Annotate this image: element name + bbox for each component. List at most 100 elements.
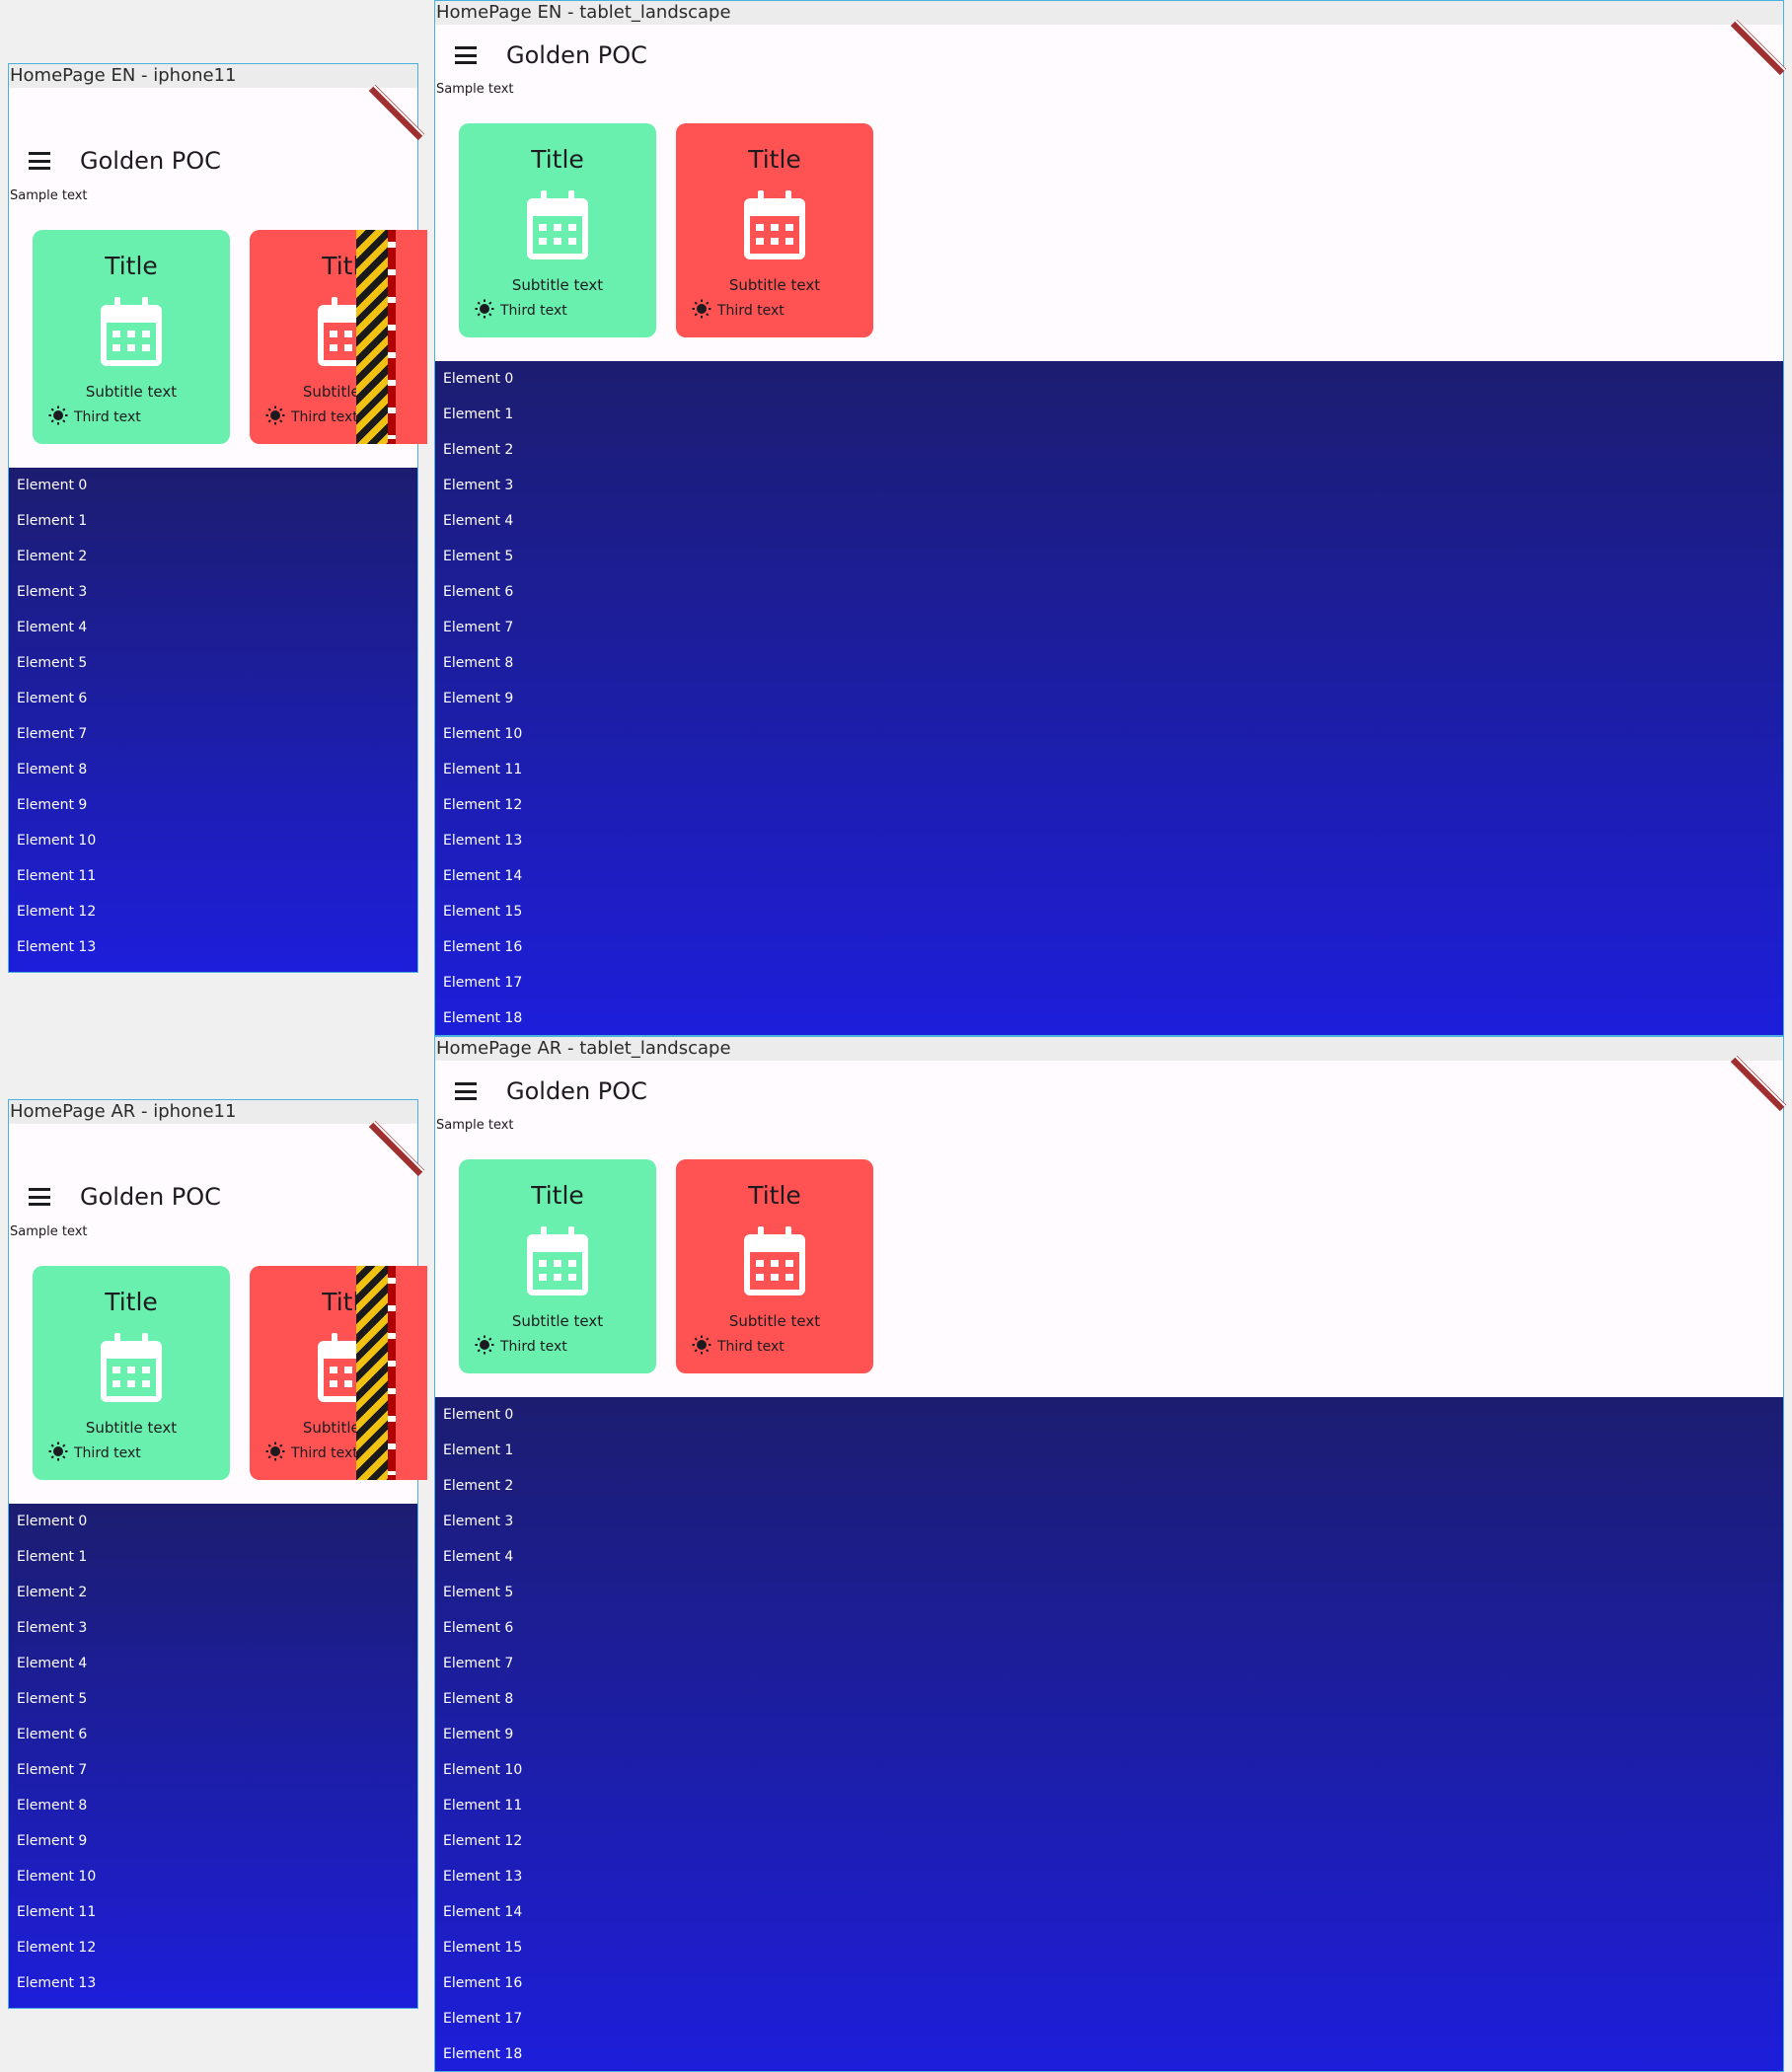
- card-third-text: Third text: [717, 303, 784, 319]
- list-item[interactable]: Element 0: [435, 361, 1783, 397]
- list-item[interactable]: Element 3: [435, 468, 1783, 503]
- list-item[interactable]: Element 18: [435, 1000, 1783, 1035]
- list-item[interactable]: Element 1: [435, 1433, 1783, 1468]
- element-list[interactable]: Element 0 Element 1 Element 2 Element 3 Elem…: [9, 468, 417, 972]
- list-item[interactable]: Element 0: [9, 468, 417, 503]
- app-title: Golden POC: [80, 147, 221, 175]
- list-item[interactable]: Element 0: [9, 1504, 417, 1539]
- list-item[interactable]: Element 6: [435, 574, 1783, 610]
- list-item[interactable]: Element 14: [435, 858, 1783, 894]
- frame-label: HomePage EN - tablet_landscape: [435, 1, 1783, 25]
- card-title: Title: [748, 145, 801, 174]
- list-item[interactable]: Element 6: [435, 1610, 1783, 1646]
- debug-banner-icon: [1730, 1055, 1787, 1112]
- menu-button[interactable]: [455, 1082, 477, 1100]
- list-item[interactable]: Element 9: [9, 787, 417, 823]
- list-item[interactable]: Element 18: [435, 2036, 1783, 2071]
- list-item[interactable]: Element 10: [435, 1752, 1783, 1788]
- debug-banner-icon: [1730, 19, 1787, 76]
- list-item[interactable]: Element 12: [435, 1823, 1783, 1859]
- list-item[interactable]: Element 11: [9, 858, 417, 894]
- menu-button[interactable]: [29, 152, 50, 170]
- list-item[interactable]: Element 17: [435, 2001, 1783, 2036]
- card-red[interactable]: Title Subtitle text Third text: [676, 123, 873, 337]
- list-item[interactable]: Element 1: [9, 503, 417, 539]
- list-item[interactable]: Element 5: [9, 645, 417, 681]
- card-green[interactable]: Title Subtitle text Third text: [33, 1266, 230, 1480]
- list-item[interactable]: Element 7: [435, 610, 1783, 645]
- list-item[interactable]: Element 13: [9, 929, 417, 965]
- list-item[interactable]: Element 2: [9, 539, 417, 574]
- menu-button[interactable]: [29, 1188, 50, 1206]
- card-subtitle: Subtitle text: [85, 1419, 178, 1437]
- sun-icon: [48, 406, 74, 429]
- debug-banner-icon: [368, 84, 425, 141]
- list-item[interactable]: Element 13: [435, 1859, 1783, 1894]
- list-item[interactable]: Element 17: [435, 965, 1783, 1000]
- element-list[interactable]: Element 0 Element 1 Element 2 Element 3 Elem…: [9, 1504, 417, 2008]
- list-item[interactable]: Element 3: [9, 574, 417, 610]
- list-item[interactable]: Element 2: [9, 1575, 417, 1610]
- menu-button[interactable]: [455, 46, 477, 64]
- list-item[interactable]: Element 8: [435, 645, 1783, 681]
- card-green[interactable]: Title Subtitle text Third text: [459, 123, 656, 337]
- list-item[interactable]: Element 12: [435, 787, 1783, 823]
- card-title: Title: [531, 145, 584, 174]
- list-item[interactable]: Element 8: [9, 1788, 417, 1823]
- list-item[interactable]: Element 5: [435, 539, 1783, 574]
- list-item[interactable]: Element 2: [435, 1468, 1783, 1504]
- list-item[interactable]: Element 3: [435, 1504, 1783, 1539]
- list-item[interactable]: Element 14: [435, 1894, 1783, 1930]
- list-item[interactable]: Element 9: [9, 1823, 417, 1859]
- card-green[interactable]: Title Subtitle text Third text: [33, 230, 230, 444]
- list-item[interactable]: Element 6: [9, 1717, 417, 1752]
- list-item[interactable]: Element 4: [9, 1646, 417, 1681]
- list-item[interactable]: Element 16: [435, 929, 1783, 965]
- list-item[interactable]: Element 7: [9, 1752, 417, 1788]
- list-item[interactable]: Element 7: [435, 1646, 1783, 1681]
- card-red[interactable]: Title Subtitle text Third text: [250, 230, 427, 444]
- element-list[interactable]: Element 0 Element 1 Element 2 Element 3 Elem…: [435, 361, 1783, 1035]
- card-red[interactable]: Title Subtitle text Third text: [676, 1159, 873, 1373]
- list-item[interactable]: Element 11: [435, 1788, 1783, 1823]
- list-item[interactable]: Element 15: [435, 894, 1783, 929]
- list-item[interactable]: Element 1: [435, 397, 1783, 432]
- list-item[interactable]: Element 9: [435, 681, 1783, 716]
- list-item[interactable]: Element 1: [9, 1539, 417, 1575]
- list-item[interactable]: Element 6: [9, 681, 417, 716]
- list-item[interactable]: Element 4: [435, 1539, 1783, 1575]
- card-third: Third text: [265, 1442, 358, 1465]
- list-item[interactable]: Element 0: [435, 1397, 1783, 1433]
- card-third-text: Third text: [74, 409, 141, 425]
- list-item[interactable]: Element 12: [9, 894, 417, 929]
- list-item[interactable]: Element 15: [435, 1930, 1783, 1965]
- list-item[interactable]: Element 13: [435, 823, 1783, 858]
- overflow-warning-markers: [388, 242, 396, 439]
- card-third: Third text: [692, 299, 784, 323]
- list-item[interactable]: Element 16: [435, 1965, 1783, 2001]
- element-list[interactable]: Element 0 Element 1 Element 2 Element 3 Elem…: [435, 1397, 1783, 2071]
- list-item[interactable]: Element 10: [435, 716, 1783, 752]
- card-third-text: Third text: [500, 303, 567, 319]
- list-item[interactable]: Element 12: [9, 1930, 417, 1965]
- card-subtitle: Subtitle text: [511, 276, 604, 294]
- calendar-icon: [744, 1226, 805, 1295]
- sun-icon: [692, 299, 717, 323]
- list-item[interactable]: Element 8: [9, 752, 417, 787]
- card-green[interactable]: Title Subtitle text Third text: [459, 1159, 656, 1373]
- card-red[interactable]: Title Subtitle text Third text: [250, 1266, 427, 1480]
- list-item[interactable]: Element 11: [9, 1894, 417, 1930]
- list-item[interactable]: Element 10: [9, 823, 417, 858]
- list-item[interactable]: Element 9: [435, 1717, 1783, 1752]
- list-item[interactable]: Element 8: [435, 1681, 1783, 1717]
- list-item[interactable]: Element 11: [435, 752, 1783, 787]
- list-item[interactable]: Element 4: [435, 503, 1783, 539]
- list-item[interactable]: Element 3: [9, 1610, 417, 1646]
- list-item[interactable]: Element 4: [9, 610, 417, 645]
- list-item[interactable]: Element 13: [9, 1965, 417, 2001]
- list-item[interactable]: Element 5: [435, 1575, 1783, 1610]
- list-item[interactable]: Element 10: [9, 1859, 417, 1894]
- list-item[interactable]: Element 7: [9, 716, 417, 752]
- list-item[interactable]: Element 5: [9, 1681, 417, 1717]
- list-item[interactable]: Element 2: [435, 432, 1783, 468]
